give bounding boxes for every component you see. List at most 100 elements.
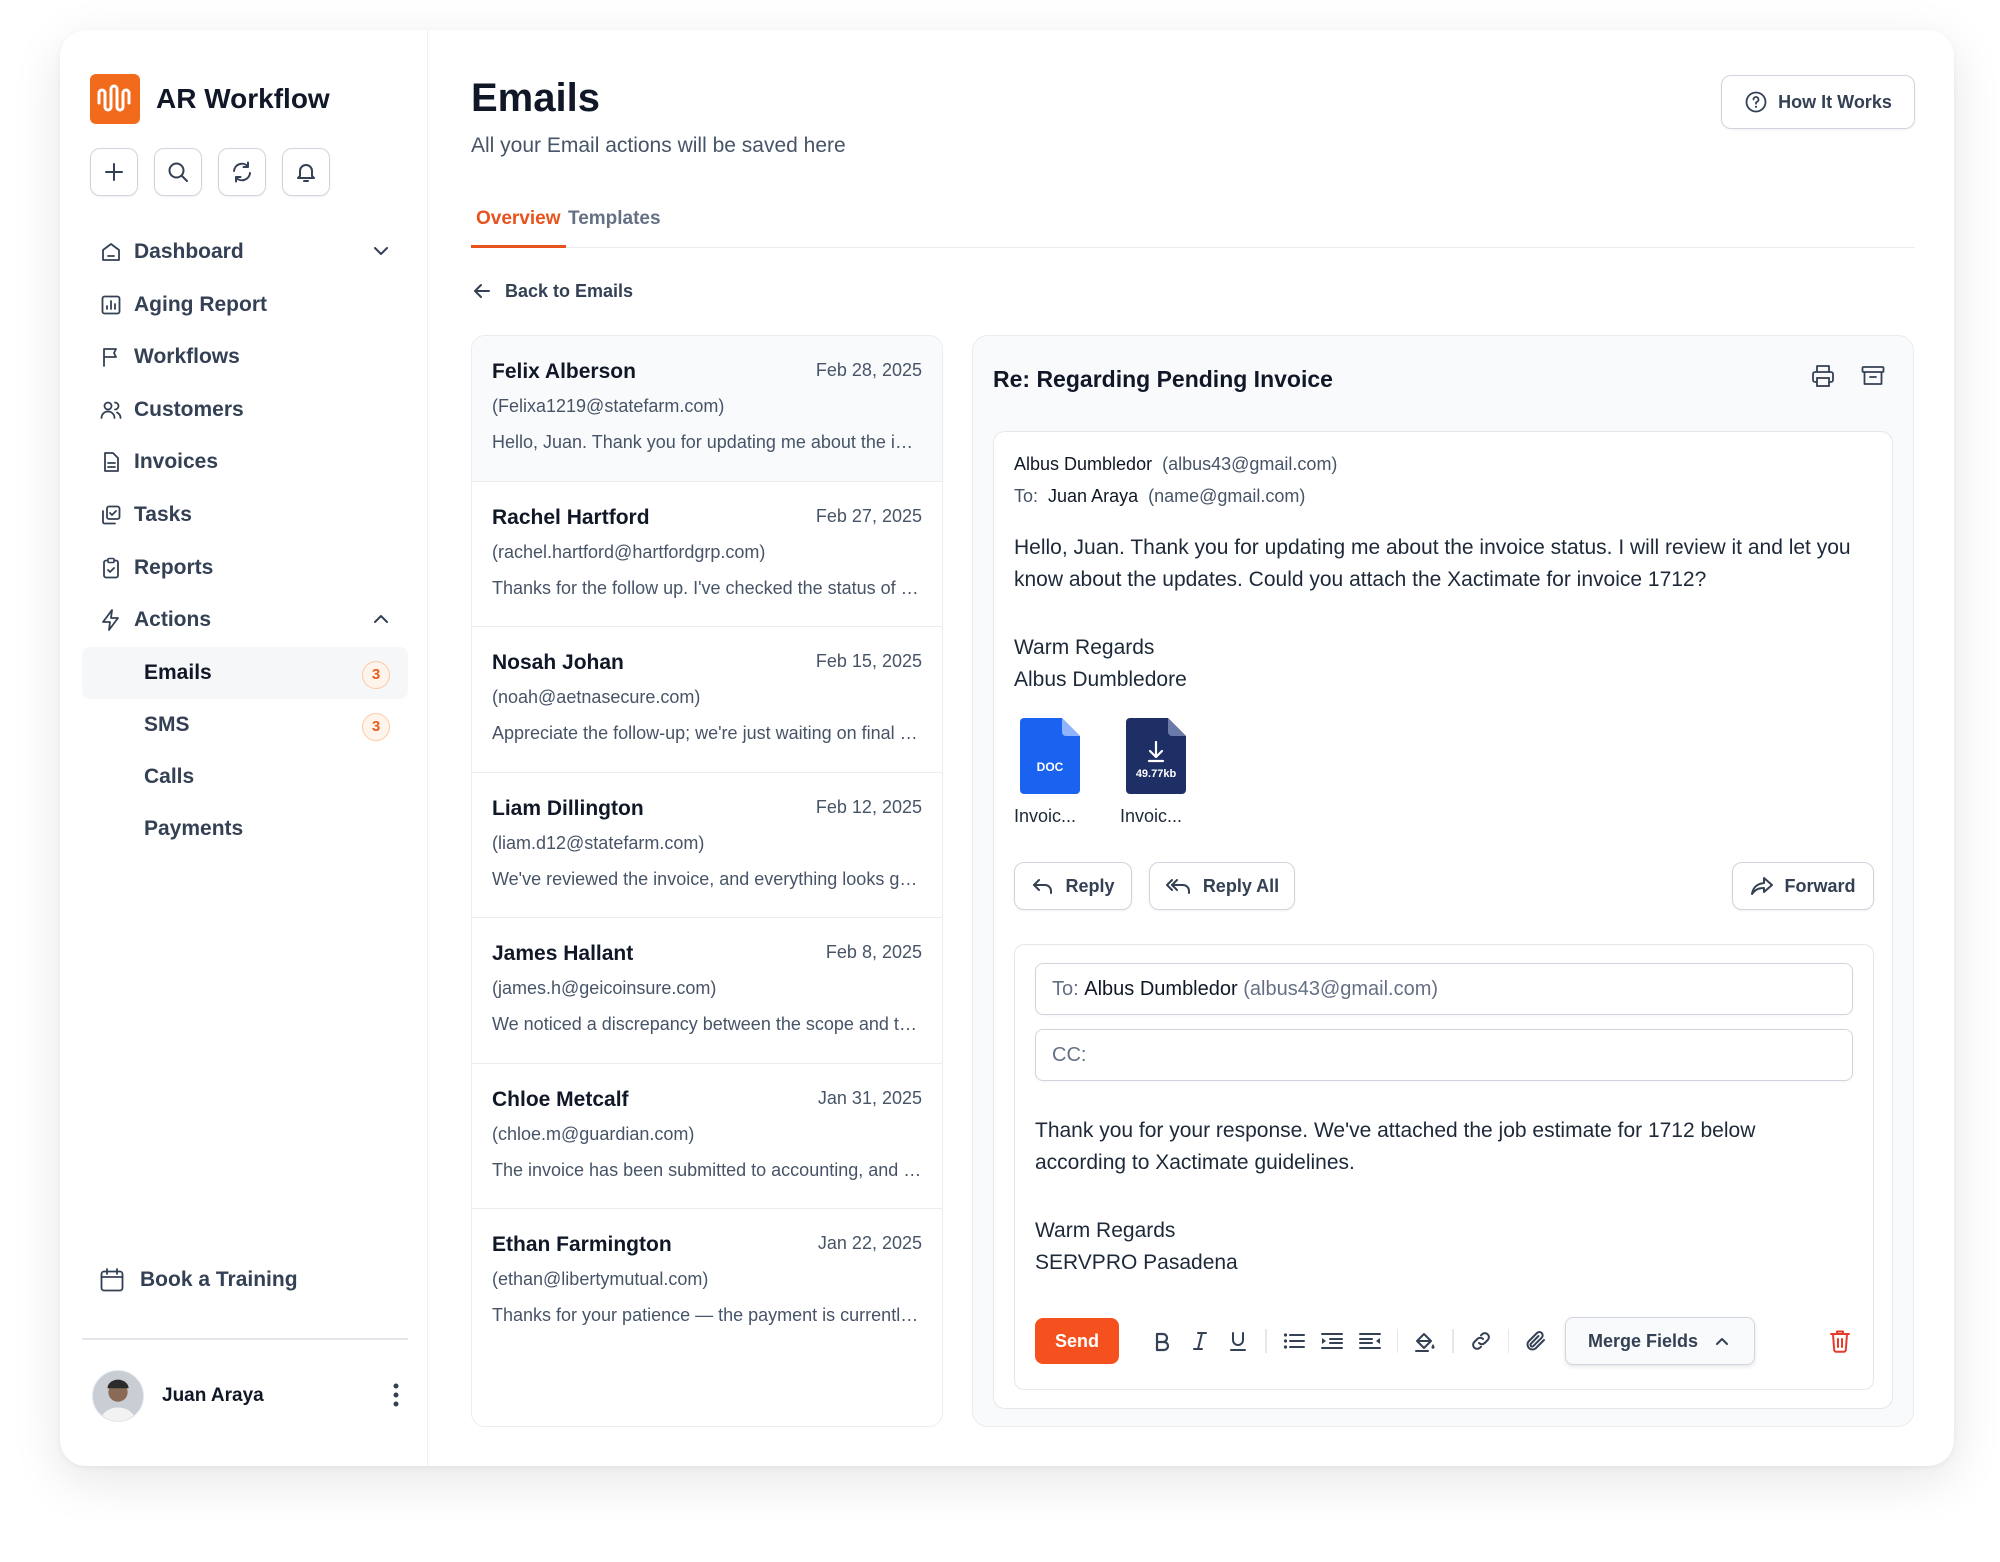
calendar-icon	[98, 1266, 126, 1294]
sidebar-item-customers[interactable]: Customers	[82, 384, 408, 436]
signature-line: Warm Regards	[1014, 636, 1155, 659]
doc-type-label: DOC	[1036, 760, 1064, 774]
italic-icon[interactable]	[1181, 1322, 1219, 1360]
cc-field-label: CC:	[1052, 1043, 1087, 1066]
attachment-download[interactable]: 49.77kb Invoic...	[1120, 718, 1192, 827]
email-date: Jan 22, 2025	[817, 1233, 922, 1253]
send-button[interactable]: Send	[1035, 1318, 1119, 1364]
tab-overview[interactable]: Overview	[471, 200, 566, 248]
list-item[interactable]: Chloe Metcalf Jan 31, 2025 (chloe.m@guar…	[472, 1064, 942, 1209]
notifications-button[interactable]	[282, 148, 330, 196]
search-icon	[168, 162, 188, 182]
sidebar-item-payments[interactable]: Payments	[82, 803, 408, 855]
sidebar: AR Workflow Dashboard Aging Report Workf…	[60, 30, 428, 1466]
download-file-icon: 49.77kb	[1126, 718, 1186, 794]
link-icon[interactable]	[1462, 1322, 1500, 1360]
chevron-down-icon[interactable]	[370, 240, 392, 268]
chevron-up-icon[interactable]	[370, 608, 392, 636]
sender-address: (ethan@libertymutual.com)	[492, 1269, 709, 1289]
sidebar-item-sms[interactable]: SMS 3	[82, 699, 408, 751]
sidebar-item-label: Calls	[144, 764, 195, 788]
sidebar-item-dashboard[interactable]: Dashboard	[82, 226, 408, 278]
email-preview: Thanks for your patience — the payment i…	[492, 1305, 922, 1325]
indent-icon[interactable]	[1313, 1322, 1351, 1360]
email-date: Feb 27, 2025	[815, 505, 922, 526]
sidebar-nav: Dashboard Aging Report Workflows Custome…	[82, 226, 408, 855]
sender-name: Ethan Farmington	[492, 1233, 672, 1256]
list-item[interactable]: Felix Alberson Feb 28, 2025 (Felixa1219@…	[472, 336, 942, 482]
how-it-works-button[interactable]: How It Works	[1721, 75, 1915, 129]
email-preview: Appreciate the follow-up; we're just wai…	[492, 723, 922, 743]
sidebar-item-tasks[interactable]: Tasks	[82, 489, 408, 541]
add-button[interactable]	[90, 148, 138, 196]
sidebar-item-actions[interactable]: Actions	[82, 594, 408, 646]
list-item[interactable]: Rachel Hartford Feb 27, 2025 (rachel.har…	[472, 482, 942, 627]
clipboard-check-icon	[98, 555, 124, 581]
reply-all-button[interactable]: Reply All	[1149, 862, 1295, 910]
sender-name: Felix Alberson	[492, 360, 636, 383]
search-button[interactable]	[154, 148, 202, 196]
bold-icon[interactable]	[1143, 1322, 1181, 1360]
brand-logo-icon	[90, 74, 140, 124]
outdent-icon[interactable]	[1351, 1322, 1389, 1360]
sidebar-item-aging-report[interactable]: Aging Report	[82, 279, 408, 331]
email-subject: Re: Regarding Pending Invoice	[993, 366, 1333, 392]
print-icon[interactable]	[1809, 362, 1837, 395]
app-window: AR Workflow Dashboard Aging Report Workf…	[60, 30, 1954, 1466]
attachment-doc[interactable]: DOC Invoic...	[1014, 718, 1086, 827]
email-preview: Hello, Juan. Thank you for updating me a…	[492, 432, 922, 452]
avatar[interactable]	[92, 1370, 144, 1422]
toolbar-divider	[1452, 1329, 1454, 1353]
archive-icon[interactable]	[1859, 362, 1887, 395]
chevron-up-icon	[1712, 1331, 1732, 1351]
compose-signature[interactable]: Warm Regards SERVPRO Pasadena	[1035, 1215, 1238, 1279]
user-profile[interactable]: Juan Araya	[92, 1370, 408, 1422]
email-list: Felix Alberson Feb 28, 2025 (Felixa1219@…	[471, 335, 943, 1427]
sender-name: James Hallant	[492, 942, 634, 965]
underline-icon[interactable]	[1219, 1322, 1257, 1360]
sidebar-item-emails[interactable]: Emails 3	[82, 646, 408, 699]
email-date: Feb 15, 2025	[815, 651, 922, 671]
tab-templates[interactable]: Templates	[563, 200, 666, 248]
bullet-list-icon[interactable]	[1275, 1322, 1313, 1360]
list-item[interactable]: James Hallant Feb 8, 2025 (james.h@geico…	[472, 918, 942, 1064]
list-item[interactable]: Liam Dillington Feb 12, 2025 (liam.d12@s…	[472, 773, 942, 918]
reply-actions: Reply Reply All Forward	[1014, 862, 1874, 910]
paint-bucket-icon[interactable]	[1406, 1322, 1444, 1360]
toolbar-divider	[1265, 1329, 1267, 1353]
cc-field[interactable]: CC:	[1035, 1029, 1853, 1081]
compose-body[interactable]: Thank you for your response. We've attac…	[1035, 1115, 1835, 1179]
refresh-button[interactable]	[218, 148, 266, 196]
page-subtitle: All your Email actions will be saved her…	[471, 134, 846, 157]
sender-address: (rachel.hartford@hartfordgrp.com)	[492, 541, 766, 562]
flag-icon	[98, 344, 124, 370]
to-name: Juan Araya	[1048, 486, 1139, 506]
paperclip-icon[interactable]	[1517, 1322, 1555, 1360]
reply-button[interactable]: Reply	[1014, 862, 1132, 910]
email-date: Feb 12, 2025	[815, 796, 922, 817]
forward-button[interactable]: Forward	[1732, 862, 1874, 910]
list-item[interactable]: Ethan Farmington Jan 22, 2025 (ethan@lib…	[472, 1209, 942, 1355]
book-training-link[interactable]: Book a Training	[98, 1266, 298, 1294]
back-to-emails-link[interactable]: Back to Emails	[471, 280, 633, 302]
brand[interactable]: AR Workflow	[90, 74, 330, 124]
sidebar-item-workflows[interactable]: Workflows	[82, 331, 408, 383]
email-preview: We've reviewed the invoice, and everythi…	[492, 868, 922, 889]
email-date: Feb 28, 2025	[815, 360, 922, 380]
user-name: Juan Araya	[162, 1385, 264, 1406]
email-preview: The invoice has been submitted to accoun…	[492, 1159, 922, 1180]
sidebar-item-reports[interactable]: Reports	[82, 542, 408, 594]
tabs: Overview Templates	[471, 200, 1915, 248]
list-item[interactable]: Nosah Johan Feb 15, 2025 (noah@aetnasecu…	[472, 627, 942, 773]
sidebar-item-label: Customers	[134, 397, 244, 421]
sidebar-item-label: Payments	[144, 816, 244, 840]
sidebar-item-calls[interactable]: Calls	[82, 751, 408, 803]
sidebar-item-invoices[interactable]: Invoices	[82, 436, 408, 488]
more-vertical-icon[interactable]	[392, 1382, 400, 1413]
from-name: Albus Dumbledor	[1014, 454, 1153, 474]
trash-icon[interactable]	[1821, 1322, 1859, 1360]
bell-icon	[297, 164, 315, 182]
to-label: To:	[1014, 486, 1039, 506]
merge-fields-button[interactable]: Merge Fields	[1565, 1317, 1755, 1365]
to-field[interactable]: To: Albus Dumbledor (albus43@gmail.com)	[1035, 963, 1853, 1015]
